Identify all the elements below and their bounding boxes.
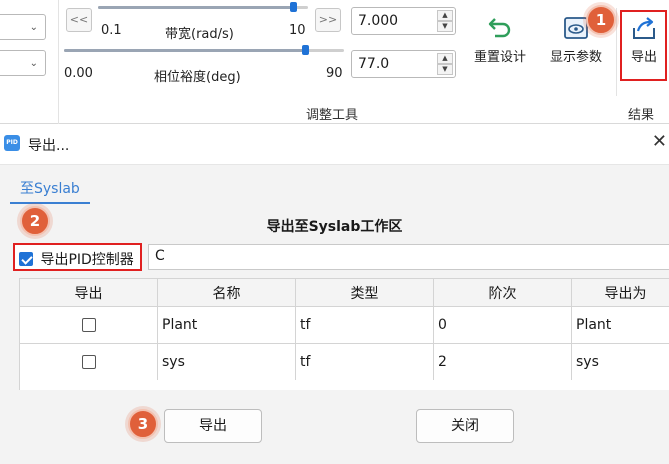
export-table: 导出 名称 类型 阶次 导出为 Plant tf 0 Plant sys tf … xyxy=(19,278,669,381)
export-pid-label: 导出PID控制器 xyxy=(40,252,134,268)
bandwidth-label: 带宽(rad/s) xyxy=(165,27,234,42)
row-checkbox-cell xyxy=(19,343,158,381)
phase-margin-max: 90 xyxy=(326,66,343,81)
row-name: sys xyxy=(157,343,296,381)
row-checkbox[interactable] xyxy=(81,355,96,369)
ribbon-dropdown-1[interactable]: ⌄ xyxy=(0,14,46,40)
phase-margin-label: 相位裕度(deg) xyxy=(154,70,241,85)
spin-down-icon[interactable]: ▼ xyxy=(437,21,453,32)
row-checkbox[interactable] xyxy=(81,318,96,332)
ribbon-toolbar: ⌄ ⌄ << 0.1 带宽(rad/s) 10 >> 7.000 ▲ ▼ 0.00… xyxy=(0,0,669,124)
phase-margin-spinbox[interactable]: 77.0 ▲ ▼ xyxy=(351,50,456,78)
step-badge-3: 3 xyxy=(128,409,158,439)
col-header-export: 导出 xyxy=(19,278,158,307)
col-header-export-as: 导出为 xyxy=(571,278,669,307)
phase-margin-slider-thumb[interactable] xyxy=(301,45,309,55)
section-title: 导出至Syslab工作区 xyxy=(266,219,403,235)
col-header-order: 阶次 xyxy=(433,278,572,307)
spin-down-icon[interactable]: ▼ xyxy=(437,64,453,75)
table-header-row: 导出 名称 类型 阶次 导出为 xyxy=(19,278,669,307)
dialog-title-bar xyxy=(0,126,669,164)
row-type: tf xyxy=(295,306,434,344)
table-row: Plant tf 0 Plant xyxy=(19,306,669,344)
bandwidth-value: 7.000 xyxy=(358,13,399,29)
export-pid-checkbox-row[interactable]: 导出PID控制器 xyxy=(13,243,142,271)
chevron-down-icon: ⌄ xyxy=(29,22,38,33)
highlight-box-export xyxy=(620,10,667,81)
step-badge-1: 1 xyxy=(586,5,616,35)
col-header-type: 类型 xyxy=(295,278,434,307)
spin-up-icon[interactable]: ▲ xyxy=(437,53,453,64)
controller-name-input[interactable]: C xyxy=(148,244,669,270)
bandwidth-slider-fill xyxy=(98,6,294,9)
reset-icon xyxy=(488,18,511,38)
spin-up-icon[interactable]: ▲ xyxy=(437,10,453,21)
reset-design-button[interactable]: 重置设计 xyxy=(468,14,532,65)
row-type: tf xyxy=(295,343,434,381)
row-checkbox-cell xyxy=(19,306,158,344)
show-params-label: 显示参数 xyxy=(549,50,602,65)
reset-design-label: 重置设计 xyxy=(473,50,526,65)
close-icon[interactable]: ✕ xyxy=(652,131,667,152)
export-pid-checkbox[interactable] xyxy=(19,252,33,266)
bandwidth-min: 0.1 xyxy=(101,23,122,38)
row-export-as[interactable]: Plant xyxy=(571,306,669,344)
prev-button[interactable]: << xyxy=(66,8,92,32)
tune-group-label: 调整工具 xyxy=(306,108,359,123)
row-export-as[interactable]: sys xyxy=(571,343,669,381)
pid-app-icon: PID xyxy=(4,135,20,151)
ribbon-divider xyxy=(616,8,617,96)
bandwidth-slider[interactable] xyxy=(98,2,308,12)
bandwidth-spinbox[interactable]: 7.000 ▲ ▼ xyxy=(351,7,456,35)
phase-margin-slider-fill xyxy=(64,49,305,52)
close-button[interactable]: 关闭 xyxy=(416,409,514,443)
chevron-down-icon: ⌄ xyxy=(29,58,38,69)
phase-margin-min: 0.00 xyxy=(64,66,93,81)
phase-margin-slider[interactable] xyxy=(64,45,344,55)
ribbon-divider xyxy=(58,0,59,124)
table-row: sys tf 2 sys xyxy=(19,343,669,381)
bandwidth-max: 10 xyxy=(289,23,306,38)
next-button[interactable]: >> xyxy=(315,8,341,32)
row-name: Plant xyxy=(157,306,296,344)
tab-to-syslab[interactable]: 至Syslab xyxy=(10,178,90,204)
bandwidth-slider-thumb[interactable] xyxy=(290,2,298,12)
export-button[interactable]: 导出 xyxy=(164,409,262,443)
table-empty-area xyxy=(19,380,669,390)
result-group-label: 结果 xyxy=(628,108,655,123)
step-badge-2: 2 xyxy=(20,206,50,236)
col-header-name: 名称 xyxy=(157,278,296,307)
phase-margin-value: 77.0 xyxy=(358,56,390,72)
row-order: 0 xyxy=(433,306,572,344)
dialog-title: 导出... xyxy=(28,138,70,154)
ribbon-dropdown-2[interactable]: ⌄ xyxy=(0,50,46,76)
row-order: 2 xyxy=(433,343,572,381)
